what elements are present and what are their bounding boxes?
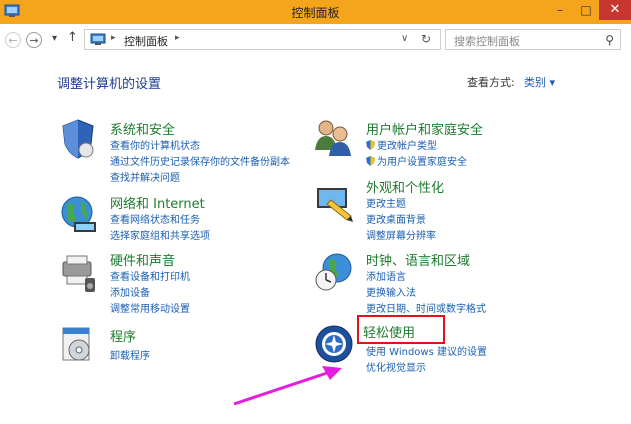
refresh-icon[interactable]: ↻	[421, 32, 431, 46]
link-add-device[interactable]: 添加设备	[110, 284, 150, 299]
link-devices-printers[interactable]: 查看设备和打印机	[110, 268, 190, 283]
link-date-time-format[interactable]: 更改日期、时间或数字格式	[366, 300, 486, 315]
control-panel-icon	[90, 33, 106, 45]
breadcrumb-control-panel[interactable]: 控制面板	[124, 33, 168, 49]
search-input[interactable]: 搜索控制面板	[454, 33, 520, 49]
back-arrow-icon[interactable]: ←	[5, 32, 21, 48]
category-title-clock-region[interactable]: 时钟、语言和区域	[366, 250, 470, 269]
view-by-dropdown[interactable]: 类别 ▾	[524, 74, 555, 90]
network-icon[interactable]	[57, 192, 99, 236]
link-change-input-method[interactable]: 更换输入法	[366, 284, 416, 299]
programs-icon[interactable]	[57, 322, 99, 366]
uac-shield-icon	[366, 140, 375, 150]
maximize-button[interactable]: □	[573, 0, 599, 20]
forward-arrow-icon[interactable]: →	[26, 32, 42, 48]
pink-arrow-icon	[233, 366, 342, 406]
link-mobility-settings[interactable]: 调整常用移动设置	[110, 300, 190, 315]
navigation-bar: ← → ▾ ↑ ▸ 控制面板 ▸ ∨ ↻ 搜索控制面板 ⚲	[0, 24, 631, 56]
up-arrow-icon[interactable]: ↑	[67, 30, 78, 45]
link-view-network-status[interactable]: 查看网络状态和任务	[110, 211, 200, 226]
recent-locations-dropdown-icon[interactable]: ▾	[52, 33, 57, 44]
hardware-sound-icon[interactable]	[57, 250, 99, 294]
link-uninstall-program[interactable]: 卸载程序	[110, 347, 150, 362]
highlight-box	[357, 315, 445, 344]
search-icon[interactable]: ⚲	[605, 33, 614, 47]
page-title: 调整计算机的设置	[57, 77, 162, 92]
window-title: 控制面板	[291, 6, 340, 20]
link-file-history-backup[interactable]: 通过文件历史记录保存你的文件备份副本	[110, 153, 290, 168]
link-change-account-type[interactable]: 更改帐户类型	[366, 137, 437, 152]
link-add-language[interactable]: 添加语言	[366, 268, 406, 283]
link-windows-suggested-settings[interactable]: 使用 Windows 建议的设置	[366, 343, 487, 358]
uac-shield-icon	[366, 156, 375, 166]
user-accounts-icon[interactable]	[313, 116, 355, 160]
link-view-computer-status[interactable]: 查看你的计算机状态	[110, 137, 200, 152]
category-title-user-accounts[interactable]: 用户帐户和家庭安全	[366, 119, 483, 138]
link-screen-resolution[interactable]: 调整屏幕分辨率	[366, 227, 436, 242]
clock-region-icon[interactable]	[313, 250, 355, 294]
minimize-button[interactable]: –	[547, 0, 573, 20]
address-bar[interactable]: ▸ 控制面板 ▸ ∨ ↻	[84, 29, 441, 50]
close-button[interactable]: ✕	[599, 0, 631, 20]
breadcrumb-chevron-icon[interactable]: ▸	[175, 33, 180, 43]
link-troubleshoot[interactable]: 查找并解决问题	[110, 169, 180, 184]
link-family-safety[interactable]: 为用户设置家庭安全	[366, 153, 467, 168]
breadcrumb-chevron-icon[interactable]: ▸	[111, 33, 116, 43]
address-dropdown-icon[interactable]: ∨	[401, 33, 408, 44]
appearance-icon[interactable]	[313, 180, 355, 224]
link-text: 更改帐户类型	[377, 141, 437, 152]
title-bar: 控制面板 – □ ✕	[0, 0, 631, 24]
link-desktop-background[interactable]: 更改桌面背景	[366, 211, 426, 226]
link-change-theme[interactable]: 更改主题	[366, 195, 406, 210]
category-title-programs[interactable]: 程序	[110, 326, 136, 345]
link-text: 为用户设置家庭安全	[377, 157, 467, 168]
link-homegroup-sharing[interactable]: 选择家庭组和共享选项	[110, 227, 210, 242]
link-optimize-visual-display[interactable]: 优化视觉显示	[366, 359, 426, 374]
view-by-label: 查看方式:	[467, 76, 515, 89]
category-title-network[interactable]: 网络和 Internet	[110, 193, 205, 212]
category-title-system-security[interactable]: 系统和安全	[110, 119, 175, 138]
search-box[interactable]: 搜索控制面板 ⚲	[445, 29, 621, 50]
category-title-hardware-sound[interactable]: 硬件和声音	[110, 250, 175, 269]
system-security-icon[interactable]	[57, 116, 99, 160]
category-title-appearance[interactable]: 外观和个性化	[366, 177, 444, 196]
